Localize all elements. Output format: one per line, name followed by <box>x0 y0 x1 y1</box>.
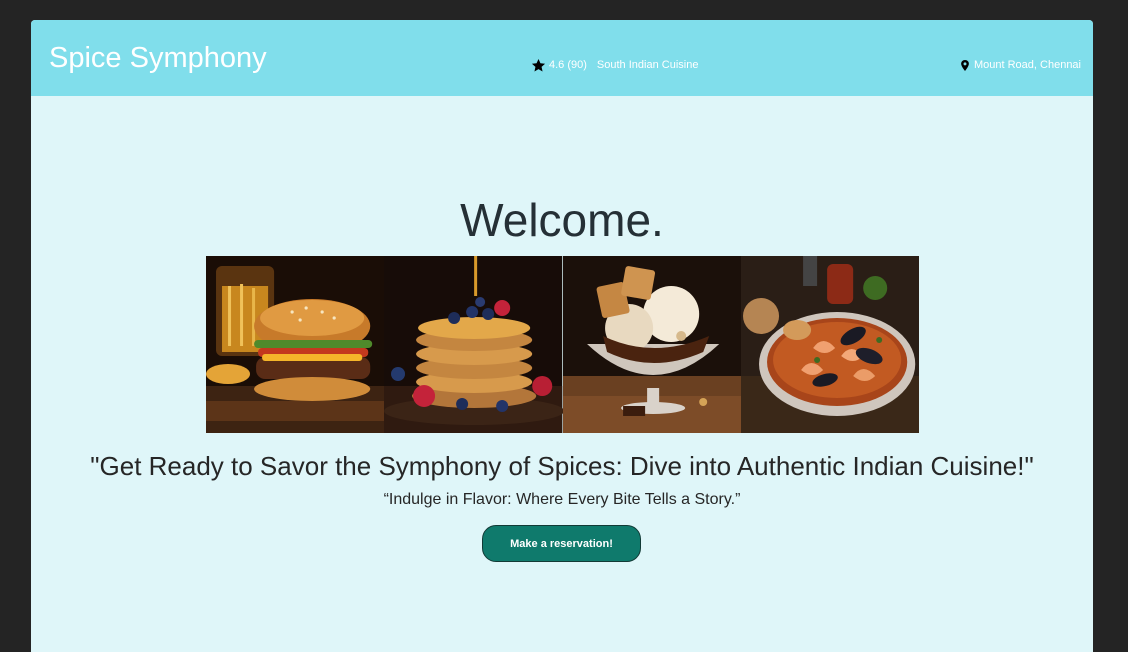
seafood-stew-image <box>740 256 919 433</box>
brand-title[interactable]: Spice Symphony <box>49 42 267 75</box>
rating-value: 4.6 (90) <box>549 59 587 71</box>
pancakes-image <box>384 256 563 433</box>
ice-cream-sundae-image <box>562 256 741 433</box>
hero-headline: "Get Ready to Savor the Symphony of Spic… <box>90 451 1034 481</box>
location-label: Mount Road, Chennai <box>973 59 1081 71</box>
hero-tagline: “Indulge in Flavor: Where Every Bite Tel… <box>383 491 741 508</box>
star-icon <box>531 58 546 71</box>
make-reservation-button[interactable]: Make a reservation! <box>482 525 641 562</box>
burger-image <box>206 256 385 433</box>
location-info: Mount Road, Chennai <box>960 57 1081 73</box>
site-header: Spice Symphony 4.6 (90) South Indian Cui… <box>31 20 1093 96</box>
welcome-heading: Welcome. <box>460 194 664 246</box>
cuisine-label: South Indian Cuisine <box>596 59 699 71</box>
app-window: Spice Symphony 4.6 (90) South Indian Cui… <box>31 20 1093 652</box>
rating-info: 4.6 (90) South Indian Cuisine <box>531 57 698 73</box>
food-gallery <box>206 256 919 433</box>
location-pin-icon <box>961 59 969 71</box>
